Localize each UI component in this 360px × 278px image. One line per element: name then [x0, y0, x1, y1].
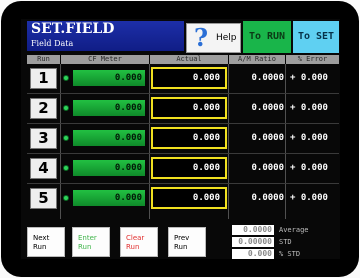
- actual-input[interactable]: 0.000: [151, 157, 227, 179]
- cf-meter-value: 0.000: [73, 130, 145, 146]
- clear-run-button[interactable]: Clear Run: [120, 227, 158, 257]
- cf-meter-value: 0.000: [73, 100, 145, 116]
- run-3-button[interactable]: 3: [30, 128, 57, 149]
- cf-meter-value: 0.000: [73, 70, 145, 86]
- actual-input[interactable]: 0.000: [151, 127, 227, 149]
- col-header-am-ratio: A/M Ratio: [229, 55, 285, 64]
- cf-meter-value: 0.000: [73, 160, 145, 176]
- error-value: + 0.000: [290, 73, 328, 83]
- row-divider: [27, 183, 339, 184]
- col-header-error: % Error: [286, 55, 339, 64]
- prev-run-label-2: Run: [174, 243, 188, 251]
- average-label: Average: [279, 226, 309, 234]
- am-ratio-value: 0.0000: [251, 73, 284, 83]
- screen: SET.FIELD Field Data ? Help To RUN To SE…: [21, 19, 340, 259]
- error-value: + 0.000: [290, 163, 328, 173]
- actual-input[interactable]: 0.000: [151, 187, 227, 209]
- page-title: SET.FIELD: [31, 21, 115, 37]
- clear-run-label-1: Clear: [126, 234, 145, 242]
- run-1-button[interactable]: 1: [30, 68, 57, 89]
- device-bezel: SET.FIELD Field Data ? Help To RUN To SE…: [1, 1, 359, 277]
- enter-run-label-2: Run: [78, 243, 92, 251]
- pct-std-label: % STD: [279, 250, 301, 258]
- col-header-run: Run: [27, 55, 60, 64]
- table-row: 4 0.000 0.000 0.0000 + 0.000: [27, 155, 339, 183]
- next-run-label-2: Run: [33, 243, 47, 251]
- pct-std-value: 0.000: [232, 249, 274, 259]
- status-dot-icon: [63, 165, 69, 171]
- help-icon: ?: [194, 23, 209, 52]
- col-header-actual: Actual: [150, 55, 228, 64]
- help-label: Help: [216, 33, 237, 43]
- footer: Next Run Enter Run Clear Run Prev Run 0.…: [21, 225, 340, 259]
- table-row: 3 0.000 0.000 0.0000 + 0.000: [27, 125, 339, 153]
- next-run-label-1: Next: [33, 234, 50, 242]
- prev-run-button[interactable]: Prev Run: [168, 227, 206, 257]
- col-header-cf-meter: CF Meter: [61, 55, 149, 64]
- help-button[interactable]: ? Help: [186, 23, 241, 53]
- title-box: SET.FIELD Field Data: [27, 21, 184, 51]
- field-data-table: Run CF Meter Actual A/M Ratio % Error 1 …: [27, 55, 339, 221]
- to-run-button[interactable]: To RUN: [243, 21, 291, 53]
- run-4-button[interactable]: 4: [30, 158, 57, 179]
- average-value: 0.0000: [232, 225, 274, 235]
- status-dot-icon: [63, 195, 69, 201]
- enter-run-label-1: Enter: [78, 234, 97, 242]
- error-value: + 0.000: [290, 133, 328, 143]
- am-ratio-value: 0.0000: [251, 193, 284, 203]
- am-ratio-value: 0.0000: [251, 103, 284, 113]
- am-ratio-value: 0.0000: [251, 163, 284, 173]
- std-value: 0.00000: [232, 237, 274, 247]
- status-dot-icon: [63, 135, 69, 141]
- status-dot-icon: [63, 105, 69, 111]
- row-divider: [27, 93, 339, 94]
- run-2-button[interactable]: 2: [30, 98, 57, 119]
- row-divider: [27, 123, 339, 124]
- actual-input[interactable]: 0.000: [151, 67, 227, 89]
- error-value: + 0.000: [290, 103, 328, 113]
- table-row: 2 0.000 0.000 0.0000 + 0.000: [27, 95, 339, 123]
- error-value: + 0.000: [290, 193, 328, 203]
- enter-run-button[interactable]: Enter Run: [72, 227, 110, 257]
- cf-meter-value: 0.000: [73, 190, 145, 206]
- run-5-button[interactable]: 5: [30, 188, 57, 209]
- table-row: 5 0.000 0.000 0.0000 + 0.000: [27, 185, 339, 213]
- status-dot-icon: [63, 75, 69, 81]
- to-set-button[interactable]: To SET: [293, 21, 339, 53]
- table-row: 1 0.000 0.000 0.0000 + 0.000: [27, 65, 339, 93]
- actual-input[interactable]: 0.000: [151, 97, 227, 119]
- next-run-button[interactable]: Next Run: [27, 227, 65, 257]
- page-subtitle: Field Data: [31, 39, 74, 48]
- row-divider: [27, 153, 339, 154]
- clear-run-label-2: Run: [126, 243, 140, 251]
- std-label: STD: [279, 238, 292, 246]
- prev-run-label-1: Prev: [174, 234, 190, 242]
- am-ratio-value: 0.0000: [251, 133, 284, 143]
